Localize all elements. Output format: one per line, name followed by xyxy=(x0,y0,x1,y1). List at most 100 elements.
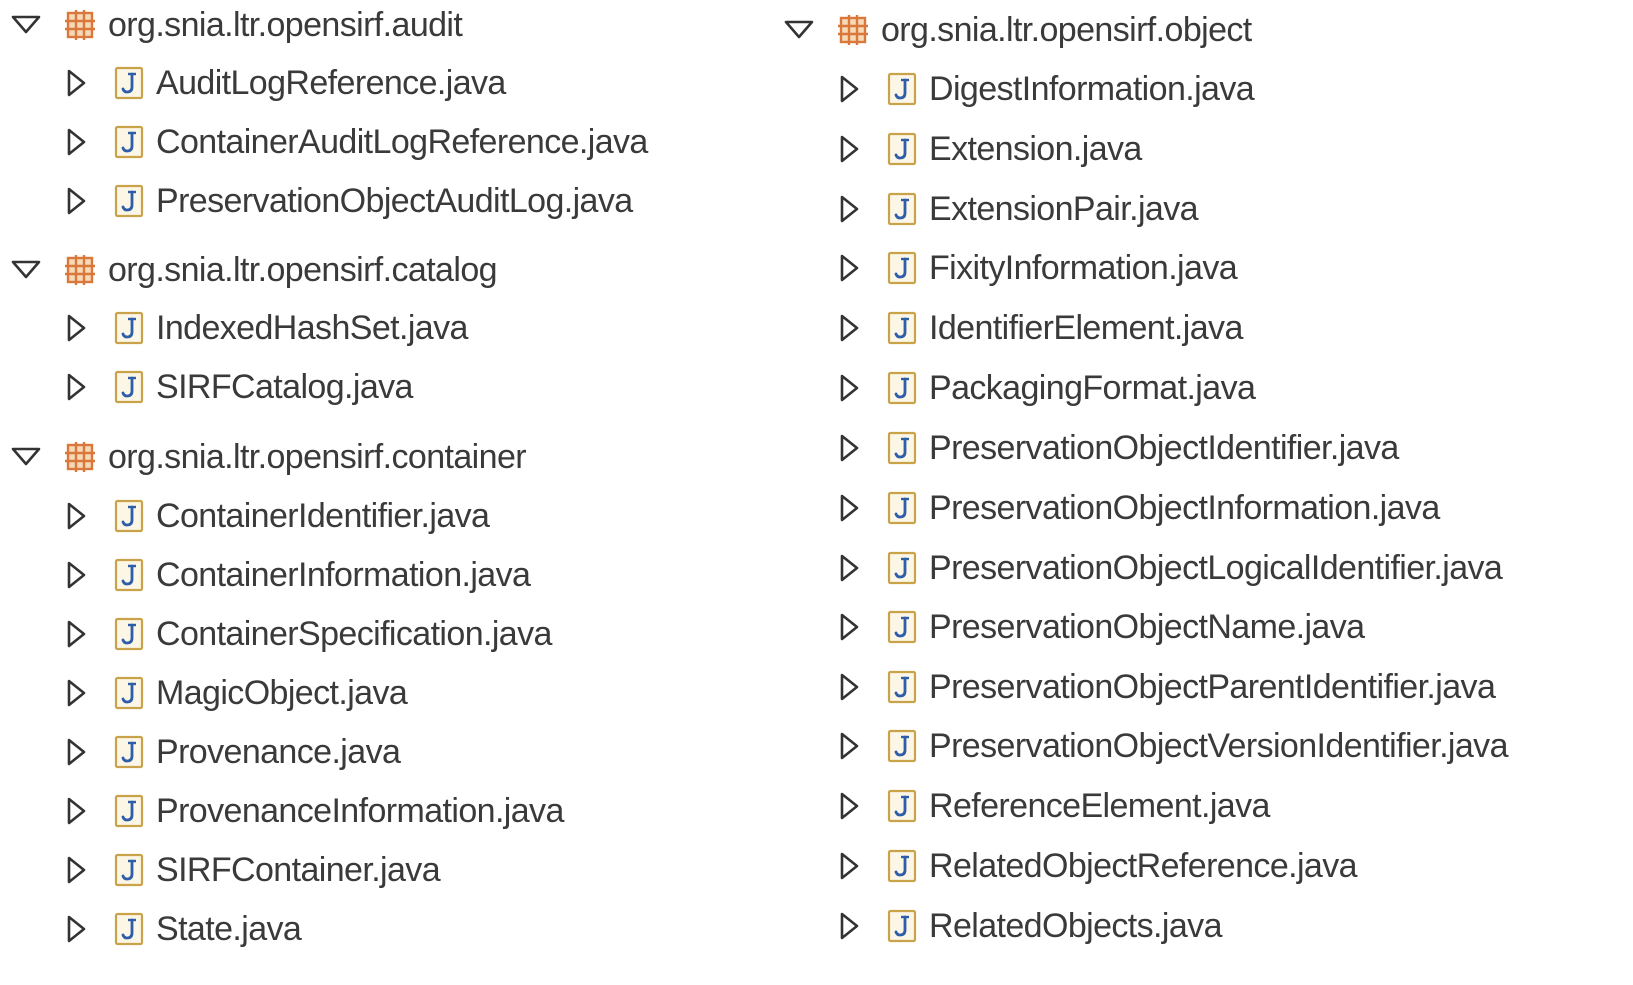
file-name-label: ContainerIdentifier.java xyxy=(156,497,490,535)
collapsed-triangle-icon[interactable] xyxy=(64,186,88,216)
collapsed-triangle-icon[interactable] xyxy=(64,127,88,157)
tree-package-node[interactable]: org.snia.ltr.opensirf.catalog xyxy=(0,245,498,295)
tree-file-node[interactable]: PreservationObjectVersionIdentifier.java xyxy=(773,721,1508,771)
collapsed-triangle-icon[interactable] xyxy=(64,619,88,649)
collapsed-triangle-icon[interactable] xyxy=(837,373,861,403)
file-name-label: PreservationObjectInformation.java xyxy=(929,489,1440,527)
file-name-label: PreservationObjectVersionIdentifier.java xyxy=(929,727,1508,765)
collapsed-triangle-icon[interactable] xyxy=(64,313,88,343)
collapsed-triangle-icon[interactable] xyxy=(837,493,861,523)
collapsed-triangle-icon[interactable] xyxy=(837,791,861,821)
collapsed-triangle-icon[interactable] xyxy=(64,68,88,98)
java-file-icon xyxy=(114,499,144,533)
tree-file-node[interactable]: ContainerSpecification.java xyxy=(0,609,552,659)
collapsed-triangle-icon[interactable] xyxy=(64,796,88,826)
tree-file-node[interactable]: IndexedHashSet.java xyxy=(0,303,468,353)
expanded-triangle-icon[interactable] xyxy=(10,255,46,285)
tree-file-node[interactable]: PreservationObjectIdentifier.java xyxy=(773,423,1399,473)
collapsed-triangle-icon[interactable] xyxy=(837,672,861,702)
tree-file-node[interactable]: PreservationObjectParentIdentifier.java xyxy=(773,662,1496,712)
tree-file-node[interactable]: ProvenanceInformation.java xyxy=(0,786,564,836)
tree-file-node[interactable]: PreservationObjectName.java xyxy=(773,602,1365,652)
tree-file-node[interactable]: DigestInformation.java xyxy=(773,64,1255,114)
tree-file-node[interactable]: SIRFCatalog.java xyxy=(0,362,413,412)
tree-file-node[interactable]: PreservationObjectAuditLog.java xyxy=(0,176,633,226)
tree-file-node[interactable]: AuditLogReference.java xyxy=(0,58,506,108)
tree-file-node[interactable]: Extension.java xyxy=(773,124,1142,174)
collapsed-triangle-icon[interactable] xyxy=(837,194,861,224)
tree-file-node[interactable]: PreservationObjectLogicalIdentifier.java xyxy=(773,543,1503,593)
expanded-triangle-icon[interactable] xyxy=(783,15,819,45)
tree-file-node[interactable]: Provenance.java xyxy=(0,727,401,777)
java-file-icon xyxy=(887,789,917,823)
java-file-icon xyxy=(114,912,144,946)
tree-file-node[interactable]: ReferenceElement.java xyxy=(773,781,1270,831)
package-name-label: org.snia.ltr.opensirf.catalog xyxy=(108,251,498,289)
package-name-label: org.snia.ltr.opensirf.object xyxy=(881,11,1252,49)
package-name-label: org.snia.ltr.opensirf.audit xyxy=(108,6,463,44)
collapsed-triangle-icon[interactable] xyxy=(837,851,861,881)
java-file-icon xyxy=(114,66,144,100)
collapsed-triangle-icon[interactable] xyxy=(837,253,861,283)
file-name-label: State.java xyxy=(156,910,302,948)
java-file-icon xyxy=(887,431,917,465)
java-file-icon xyxy=(114,311,144,345)
java-file-icon xyxy=(887,72,917,106)
tree-file-node[interactable]: FixityInformation.java xyxy=(773,243,1238,293)
tree-file-node[interactable]: ExtensionPair.java xyxy=(773,184,1199,234)
tree-package-node[interactable]: org.snia.ltr.opensirf.audit xyxy=(0,0,463,50)
tree-file-node[interactable]: PreservationObjectInformation.java xyxy=(773,483,1440,533)
tree-file-node[interactable]: MagicObject.java xyxy=(0,668,408,718)
java-file-icon xyxy=(887,909,917,943)
collapsed-triangle-icon[interactable] xyxy=(64,855,88,885)
java-file-icon xyxy=(114,676,144,710)
file-name-label: PreservationObjectParentIdentifier.java xyxy=(929,668,1496,706)
file-name-label: AuditLogReference.java xyxy=(156,64,506,102)
file-name-label: RelatedObjectReference.java xyxy=(929,847,1358,885)
collapsed-triangle-icon[interactable] xyxy=(64,372,88,402)
file-name-label: Provenance.java xyxy=(156,733,401,771)
tree-file-node[interactable]: ContainerIdentifier.java xyxy=(0,491,490,541)
collapsed-triangle-icon[interactable] xyxy=(837,433,861,463)
java-file-icon xyxy=(887,132,917,166)
collapsed-triangle-icon[interactable] xyxy=(837,313,861,343)
file-name-label: SIRFContainer.java xyxy=(156,851,441,889)
tree-file-node[interactable]: SIRFContainer.java xyxy=(0,845,441,895)
collapsed-triangle-icon[interactable] xyxy=(64,560,88,590)
collapsed-triangle-icon[interactable] xyxy=(837,911,861,941)
collapsed-triangle-icon[interactable] xyxy=(64,914,88,944)
expanded-triangle-icon[interactable] xyxy=(10,442,46,472)
tree-file-node[interactable]: RelatedObjects.java xyxy=(773,901,1222,951)
collapsed-triangle-icon[interactable] xyxy=(64,678,88,708)
file-name-label: PreservationObjectLogicalIdentifier.java xyxy=(929,549,1503,587)
tree-file-node[interactable]: RelatedObjectReference.java xyxy=(773,841,1358,891)
file-name-label: IdentifierElement.java xyxy=(929,309,1243,347)
file-name-label: Extension.java xyxy=(929,130,1142,168)
file-name-label: ContainerSpecification.java xyxy=(156,615,552,653)
collapsed-triangle-icon[interactable] xyxy=(64,501,88,531)
tree-file-node[interactable]: PackagingFormat.java xyxy=(773,363,1256,413)
collapsed-triangle-icon[interactable] xyxy=(837,731,861,761)
file-name-label: ContainerInformation.java xyxy=(156,556,531,594)
java-file-icon xyxy=(887,311,917,345)
tree-package-node[interactable]: org.snia.ltr.opensirf.container xyxy=(0,432,527,482)
file-name-label: PreservationObjectIdentifier.java xyxy=(929,429,1399,467)
java-file-icon xyxy=(114,853,144,887)
tree-file-node[interactable]: ContainerInformation.java xyxy=(0,550,531,600)
package-icon xyxy=(837,14,869,46)
tree-file-node[interactable]: ContainerAuditLogReference.java xyxy=(0,117,648,167)
collapsed-triangle-icon[interactable] xyxy=(64,737,88,767)
collapsed-triangle-icon[interactable] xyxy=(837,553,861,583)
java-file-icon xyxy=(887,491,917,525)
collapsed-triangle-icon[interactable] xyxy=(837,74,861,104)
collapsed-triangle-icon[interactable] xyxy=(837,134,861,164)
expanded-triangle-icon[interactable] xyxy=(10,10,46,40)
java-file-icon xyxy=(114,617,144,651)
package-name-label: org.snia.ltr.opensirf.container xyxy=(108,438,527,476)
tree-package-node[interactable]: org.snia.ltr.opensirf.object xyxy=(773,5,1252,55)
tree-file-node[interactable]: State.java xyxy=(0,904,302,954)
file-name-label: PackagingFormat.java xyxy=(929,369,1256,407)
file-name-label: ContainerAuditLogReference.java xyxy=(156,123,648,161)
collapsed-triangle-icon[interactable] xyxy=(837,612,861,642)
tree-file-node[interactable]: IdentifierElement.java xyxy=(773,303,1243,353)
